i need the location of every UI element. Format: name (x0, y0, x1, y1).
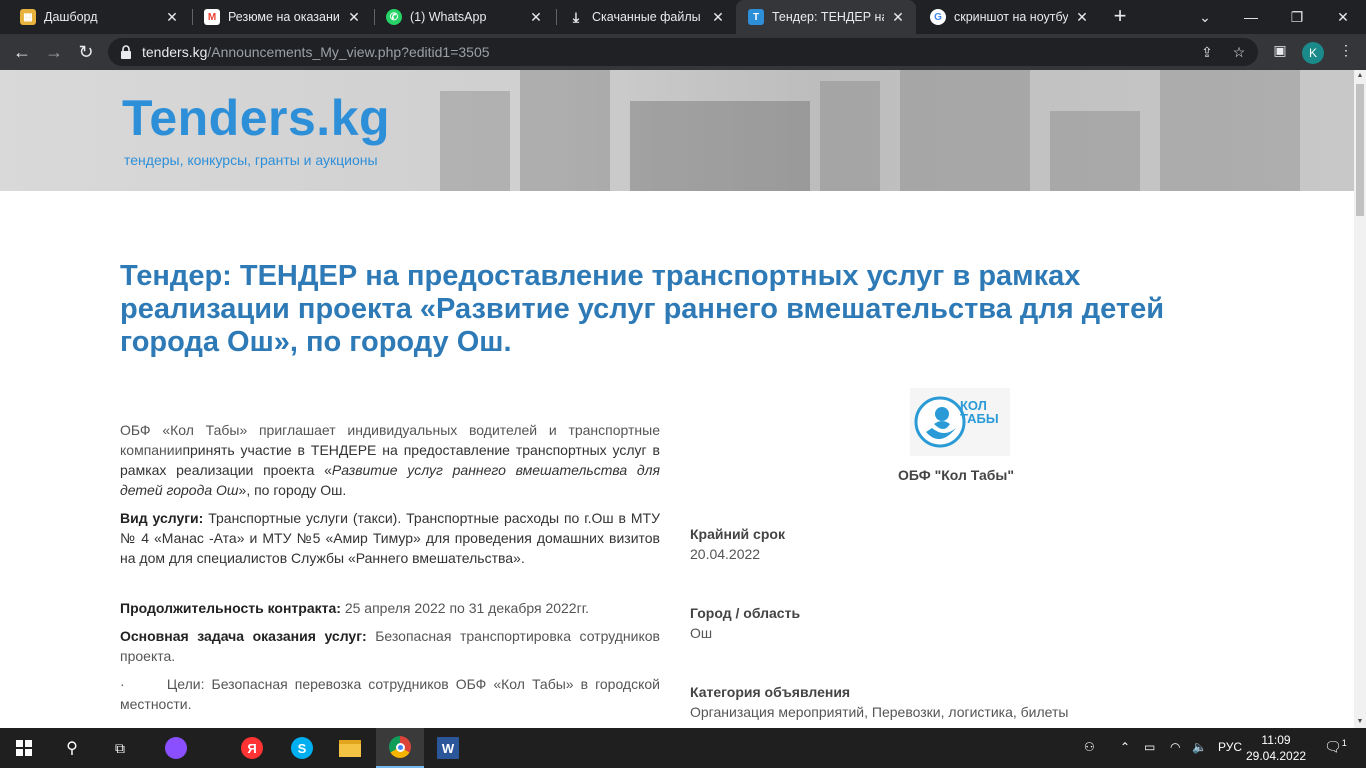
tab-title: Тендер: ТЕНДЕР на пр (772, 10, 884, 24)
goals-paragraph: · Цели: Безопасная перевозка сотрудников… (120, 676, 660, 712)
tab-title: Дашборд (44, 10, 98, 24)
category-value[interactable]: Организация мероприятий, Перевозки, логи… (690, 704, 1068, 720)
task-paragraph: Основная задача оказания услуг: Безопасн… (120, 628, 660, 664)
people-icon[interactable]: ⚇ (1084, 740, 1095, 754)
deadline-value: 20.04.2022 (690, 546, 761, 562)
chrome-icon[interactable] (376, 728, 424, 768)
profile-avatar[interactable]: K (1302, 42, 1324, 64)
tab-search-button[interactable]: ⌄ (1182, 0, 1228, 34)
close-icon[interactable]: ✕ (710, 9, 726, 26)
url-host: tenders.kg (142, 44, 208, 60)
language-indicator[interactable]: РУС (1218, 740, 1242, 754)
side-panel-icon[interactable]: ▣ (1270, 42, 1290, 62)
show-hidden-icons[interactable]: ⌃ (1120, 740, 1130, 754)
category-label: Категория объявления (690, 684, 851, 700)
site-header-banner: Tenders.kg тендеры, конкурсы, гранты и а… (0, 70, 1354, 191)
tender-description: ОБФ «Кол Табы» приглашает индивидуальных… (120, 420, 660, 722)
browser-tab-strip: ▦ Дашборд ✕ M Резюме на оказание ✕ ✆ (1)… (0, 0, 1366, 34)
new-tab-button[interactable]: + (1108, 5, 1132, 29)
reload-button[interactable]: ↻ (72, 38, 100, 66)
alice-icon[interactable] (152, 728, 200, 768)
lock-icon (121, 45, 131, 59)
org-name[interactable]: ОБФ "Кол Табы" (870, 467, 1042, 483)
tab-dashboard[interactable]: ▦ Дашборд ✕ (8, 0, 190, 34)
file-explorer-icon[interactable] (326, 728, 374, 768)
task-view-icon[interactable]: ⧉ (96, 728, 144, 768)
skype-icon[interactable]: S (278, 728, 326, 768)
volume-icon[interactable]: 🔈 (1192, 740, 1207, 754)
browser-toolbar: ← → ↻ tenders.kg/Announcements_My_view.p… (0, 34, 1366, 70)
system-clock[interactable]: 11:09 29.04.2022 (1246, 732, 1306, 764)
tenders-icon: T (748, 9, 764, 25)
gmail-icon: M (204, 9, 220, 25)
scroll-thumb[interactable] (1356, 84, 1364, 216)
service-paragraph: Вид услуги: Транспортные услуги (такси).… (120, 510, 661, 566)
tab-title: Скачанные файлы (592, 10, 701, 24)
close-icon[interactable]: ✕ (346, 9, 362, 26)
tab-title: скриншот на ноутбук (954, 10, 1068, 24)
restore-button[interactable]: ❐ (1274, 0, 1320, 34)
share-icon[interactable]: ⇪ (1198, 44, 1216, 62)
tab-resume[interactable]: M Резюме на оказание ✕ (192, 0, 372, 34)
page-scrollbar[interactable]: ▲ ▼ (1354, 70, 1366, 728)
address-bar[interactable]: tenders.kg/Announcements_My_view.php?edi… (108, 38, 1258, 66)
url-path: /Announcements_My_view.php?editid1=3505 (207, 44, 490, 60)
deadline-label: Крайний срок (690, 526, 785, 542)
city-value: Ош (690, 625, 713, 641)
search-icon[interactable]: ⚲ (48, 728, 96, 768)
clock-time: 11:09 (1261, 733, 1291, 747)
tab-title: Резюме на оказание (228, 10, 340, 24)
close-icon[interactable]: ✕ (528, 9, 544, 26)
forward-button[interactable]: → (40, 38, 68, 66)
page-title: Тендер: ТЕНДЕР на предоставление транспо… (120, 260, 1165, 358)
whatsapp-icon: ✆ (386, 9, 402, 25)
windows-icon (16, 740, 32, 756)
bookmark-star-icon[interactable]: ☆ (1230, 44, 1248, 62)
tab-whatsapp[interactable]: ✆ (1) WhatsApp ✕ (374, 0, 554, 34)
site-tagline: тендеры, конкурсы, гранты и аукционы (124, 152, 378, 168)
google-icon: G (930, 9, 946, 25)
dashboard-icon: ▦ (20, 9, 36, 25)
download-icon: ⤓ (572, 8, 580, 25)
start-button[interactable] (0, 728, 48, 768)
site-logo[interactable]: Tenders.kg (122, 89, 390, 147)
wifi-icon[interactable]: ◠ (1170, 740, 1180, 754)
clock-date: 29.04.2022 (1246, 749, 1307, 763)
intro-paragraph: ОБФ «Кол Табы» приглашает индивидуальных… (120, 422, 660, 498)
close-icon[interactable]: ✕ (890, 9, 906, 26)
menu-icon[interactable]: ⋮ (1336, 42, 1356, 62)
page-viewport: Tenders.kg тендеры, конкурсы, гранты и а… (0, 70, 1354, 728)
minimize-button[interactable]: — (1228, 0, 1274, 34)
word-icon[interactable]: W (424, 728, 472, 768)
city-label: Город / область (690, 605, 801, 621)
close-window-button[interactable]: ✕ (1320, 0, 1366, 34)
scroll-up-arrow[interactable]: ▲ (1354, 70, 1366, 82)
tab-downloads[interactable]: ⤓ Скачанные файлы ✕ (556, 0, 736, 34)
tab-tender-active[interactable]: T Тендер: ТЕНДЕР на пр ✕ (736, 0, 916, 34)
yandex-browser-icon[interactable]: Я (228, 728, 276, 768)
org-logo: КОЛ ТАБЫ (910, 388, 1010, 456)
logo-text-line2: ТАБЫ (960, 411, 999, 426)
scroll-down-arrow[interactable]: ▼ (1354, 716, 1366, 728)
windows-taskbar: ⚲ ⧉ Я S W ⚇ ⌃ ▭ ◠ 🔈 РУС 11:09 29.04.2022… (0, 728, 1366, 768)
notification-count: 1 (1341, 738, 1347, 748)
tab-google-search[interactable]: G скриншот на ноутбук ✕ (918, 0, 1100, 34)
battery-icon[interactable]: ▭ (1144, 740, 1155, 754)
tab-title: (1) WhatsApp (410, 10, 487, 24)
close-icon[interactable]: ✕ (1074, 9, 1090, 26)
duration-paragraph: Продолжительность контракта: 25 апреля 2… (120, 600, 589, 616)
back-button[interactable]: ← (8, 38, 36, 66)
notifications-icon[interactable]: 🗨1 (1324, 738, 1347, 756)
close-icon[interactable]: ✕ (164, 9, 180, 26)
